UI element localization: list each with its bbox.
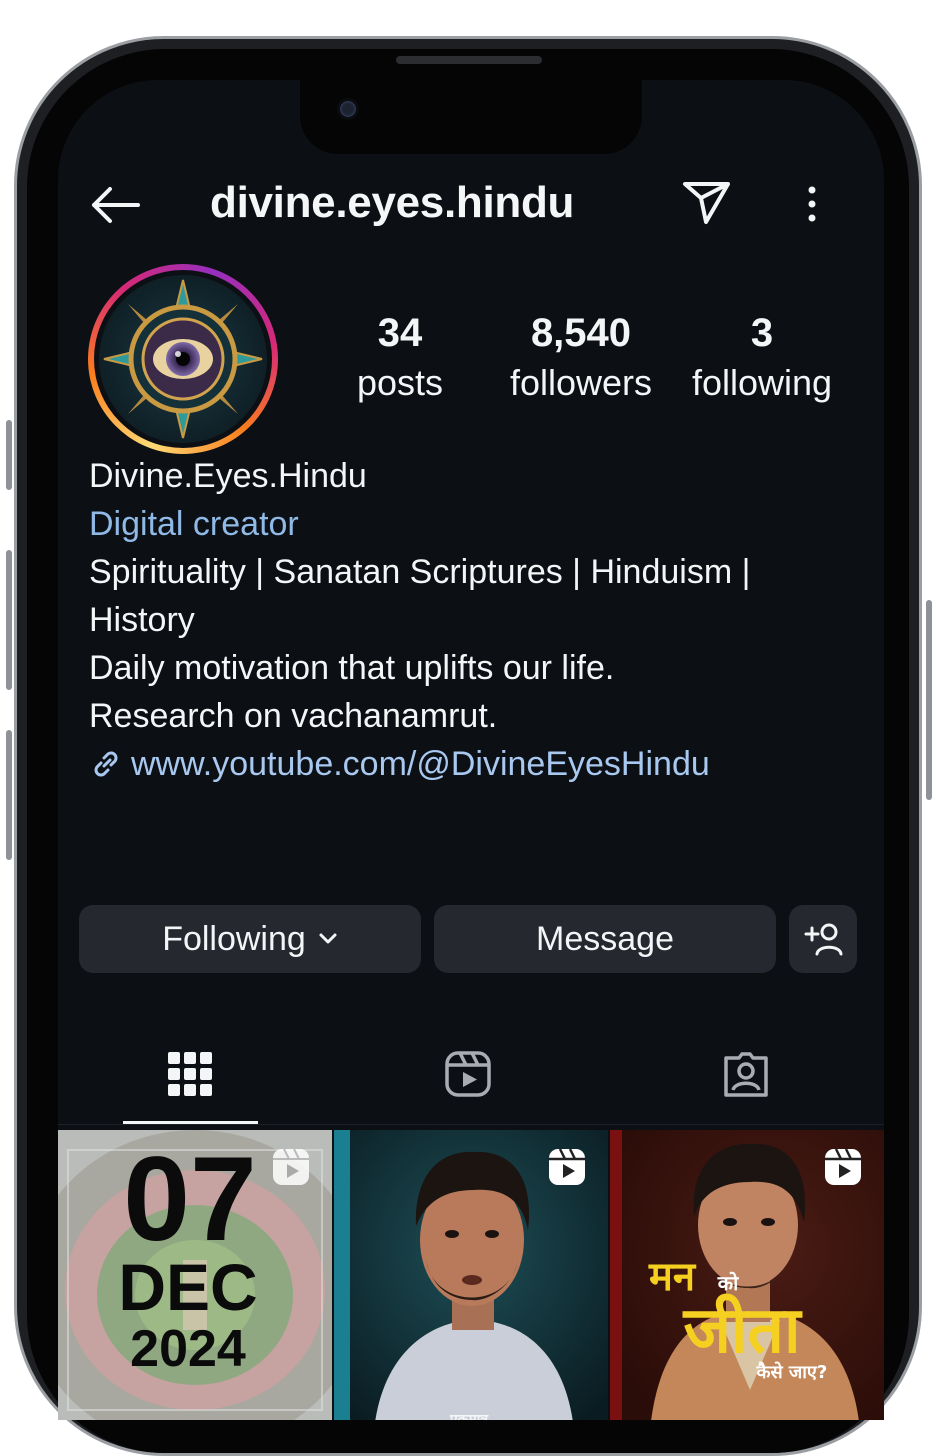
profile-screen: divine.eyes.hindu 34 posts 8,540 followe… — [58, 80, 884, 1420]
thumb-title-line2: जीता — [682, 1293, 803, 1368]
post-thumbnail[interactable]: एकमात्र — [334, 1130, 608, 1420]
message-button[interactable]: Message — [434, 905, 776, 973]
category-label: Digital creator — [89, 505, 299, 543]
silent-switch — [6, 420, 12, 490]
bio-line: History — [89, 601, 195, 639]
reel-badge-icon — [825, 1148, 861, 1185]
link-text: www.youtube.com/@DivineEyesHindu — [131, 745, 710, 783]
front-camera — [337, 98, 359, 120]
stat-value: 8,540 — [530, 311, 632, 355]
avatar[interactable] — [94, 270, 272, 448]
profile-username: divine.eyes.hindu — [210, 178, 575, 227]
vertical-dots-icon — [808, 186, 816, 222]
stat-value: 34 — [377, 311, 423, 355]
reels-icon — [445, 1051, 491, 1097]
thumb-month: DEC — [118, 1250, 257, 1324]
volume-up-button — [6, 550, 12, 690]
profile-bio: Divine.Eyes.Hindu Digital creator Spirit… — [89, 452, 849, 788]
link-icon — [94, 751, 118, 777]
stat-value: 3 — [750, 311, 774, 355]
tagged-person-icon — [724, 1052, 768, 1097]
add-person-icon — [804, 923, 843, 956]
arrow-left-icon — [92, 187, 140, 223]
thumb-caption: एकमात्र — [449, 1412, 489, 1420]
bio-line: Research on vachanamrut. — [89, 697, 498, 735]
following-label: Following — [162, 919, 306, 958]
following-button[interactable]: Following — [79, 905, 421, 973]
chevron-down-icon — [319, 933, 337, 944]
posts-count: 34 posts — [340, 310, 460, 408]
grid-icon — [168, 1052, 212, 1096]
tab-divider — [58, 1124, 884, 1125]
bio-line: Spirituality | Sanatan Scriptures | Hind… — [89, 553, 751, 591]
reel-badge-icon — [549, 1148, 585, 1185]
thumb-day: 07 — [123, 1132, 256, 1266]
all-seeing-eye-emblem — [99, 275, 267, 443]
tab-posts-grid[interactable] — [166, 1050, 214, 1098]
paper-plane-icon — [683, 182, 730, 224]
message-label: Message — [536, 919, 674, 958]
tab-reels[interactable] — [444, 1050, 492, 1098]
post-thumbnail[interactable]: 07 DEC 2024 — [58, 1130, 332, 1420]
share-profile-button[interactable] — [682, 180, 732, 226]
suggested-users-button[interactable] — [789, 905, 857, 973]
back-button[interactable] — [88, 185, 142, 225]
story-ring[interactable] — [88, 264, 278, 454]
stat-label: followers — [509, 362, 653, 403]
display-name: Divine.Eyes.Hindu — [89, 457, 367, 495]
stat-label: following — [691, 362, 833, 403]
speaker-grille — [396, 56, 542, 64]
tab-tagged[interactable] — [722, 1050, 770, 1098]
thumb-year: 2024 — [130, 1320, 246, 1378]
external-link[interactable]: www.youtube.com/@DivineEyesHindu — [89, 740, 849, 788]
thumb-title-line3: कैसे जाए? — [756, 1361, 828, 1383]
volume-down-button — [6, 730, 12, 860]
thumb-title-line1b: को — [717, 1271, 739, 1295]
more-options-button[interactable] — [800, 184, 824, 224]
reel-badge-icon — [273, 1148, 309, 1185]
following-count[interactable]: 3 following — [678, 310, 846, 408]
stat-label: posts — [356, 362, 444, 403]
post-thumbnail[interactable]: मन को जीता कैसे जाए? — [610, 1130, 884, 1420]
camera-notch — [300, 80, 642, 154]
power-button — [926, 600, 932, 800]
bio-line: Daily motivation that uplifts our life. — [89, 649, 615, 687]
followers-count[interactable]: 8,540 followers — [498, 310, 664, 408]
